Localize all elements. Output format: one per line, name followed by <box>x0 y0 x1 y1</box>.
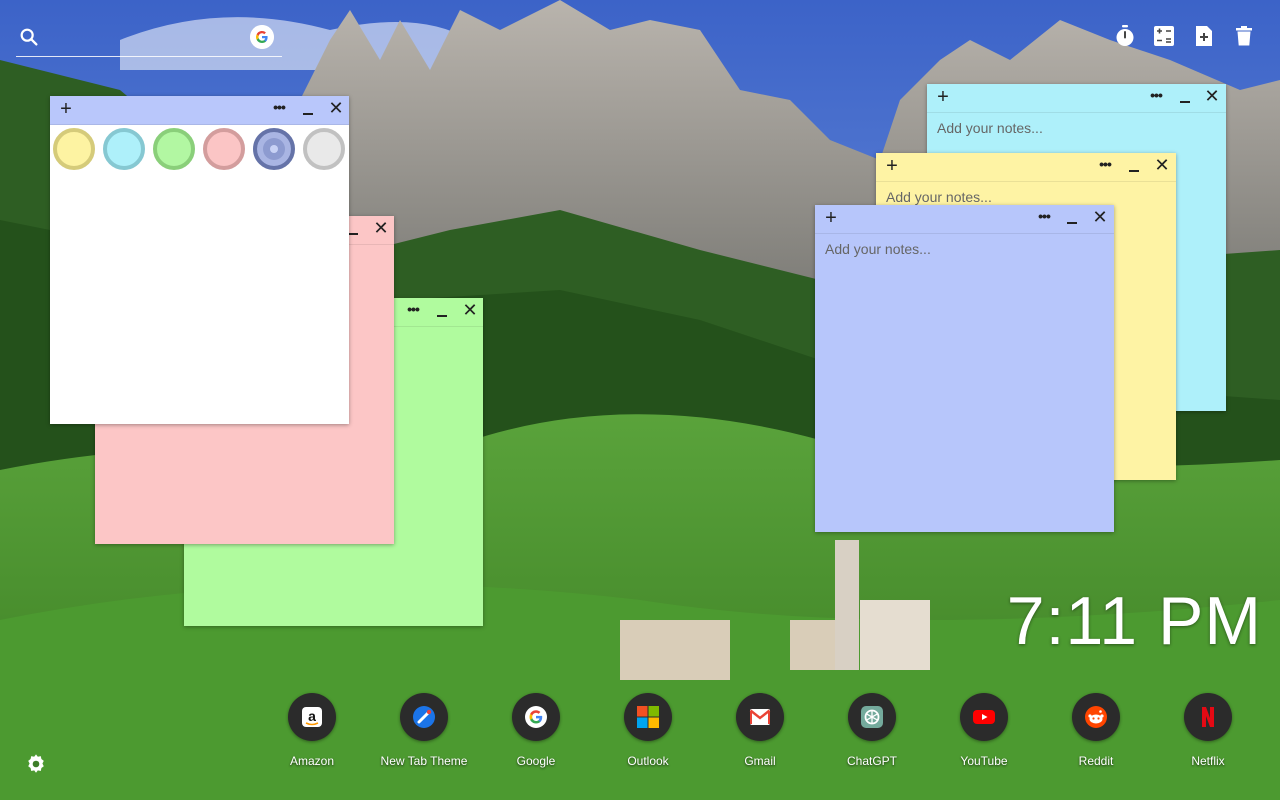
new-tab-theme-icon <box>400 693 448 741</box>
color-swatch-pink[interactable] <box>203 128 245 170</box>
more-options-icon[interactable]: ••• <box>1146 84 1166 108</box>
sticky-note-blue: + ••• ✕ <box>815 205 1114 532</box>
trash-icon[interactable] <box>1232 24 1256 48</box>
more-options-icon[interactable]: ••• <box>403 298 423 322</box>
selected-indicator <box>270 145 278 153</box>
timer-icon[interactable] <box>1113 24 1137 48</box>
svg-text:a: a <box>308 708 316 724</box>
app-label: Reddit <box>1078 754 1114 768</box>
note-title-bar[interactable]: + ••• ✕ <box>927 84 1226 113</box>
add-note-button[interactable]: + <box>882 154 902 178</box>
add-note-button[interactable]: + <box>821 206 841 230</box>
app-gmail[interactable]: Gmail <box>710 693 810 773</box>
more-options-icon[interactable]: ••• <box>269 96 289 120</box>
app-amazon[interactable]: a Amazon <box>262 693 362 773</box>
more-options-icon[interactable]: ••• <box>1095 153 1115 177</box>
close-button[interactable]: ✕ <box>1090 205 1110 229</box>
amazon-icon: a <box>288 693 336 741</box>
note-title-bar[interactable]: + ••• ✕ <box>876 153 1176 182</box>
app-label: Amazon <box>289 754 335 768</box>
note-title-bar[interactable]: + ••• ✕ <box>50 96 349 125</box>
note-text-area[interactable] <box>60 132 339 418</box>
outlook-icon <box>624 693 672 741</box>
app-label: ChatGPT <box>846 754 897 768</box>
app-label: New Tab Theme <box>380 754 468 768</box>
search-bar <box>16 22 282 57</box>
app-label: Gmail <box>744 754 776 768</box>
gmail-icon <box>736 693 784 741</box>
app-chatgpt[interactable]: ChatGPT <box>822 693 922 773</box>
app-netflix[interactable]: Netflix <box>1158 693 1258 773</box>
close-button[interactable]: ✕ <box>460 298 480 322</box>
add-note-icon[interactable] <box>1192 24 1216 48</box>
app-google[interactable]: Google <box>486 693 586 773</box>
close-button[interactable]: ✕ <box>371 216 391 240</box>
app-youtube[interactable]: YouTube <box>934 693 1034 773</box>
close-button[interactable]: ✕ <box>1152 153 1172 177</box>
more-options-icon[interactable]: ••• <box>1034 205 1054 229</box>
app-label: Google <box>516 754 556 768</box>
chatgpt-icon <box>848 693 896 741</box>
reddit-icon <box>1072 693 1120 741</box>
settings-gear-icon[interactable] <box>25 753 47 775</box>
youtube-icon <box>960 693 1008 741</box>
color-swatch-white[interactable] <box>303 128 345 170</box>
google-search-icon[interactable] <box>250 25 274 49</box>
app-new-tab-theme[interactable]: New Tab Theme <box>374 693 474 773</box>
minimize-button[interactable] <box>434 298 450 322</box>
color-swatch-yellow[interactable] <box>53 128 95 170</box>
app-outlook[interactable]: Outlook <box>598 693 698 773</box>
search-input[interactable] <box>50 26 244 52</box>
color-swatch-blue[interactable] <box>253 128 295 170</box>
minimize-button[interactable] <box>300 96 316 120</box>
clock: 7:11 PM <box>1006 583 1262 659</box>
color-swatch-green[interactable] <box>153 128 195 170</box>
color-swatch-cyan[interactable] <box>103 128 145 170</box>
minimize-button[interactable] <box>1064 205 1080 229</box>
minimize-button[interactable] <box>1126 153 1142 177</box>
note-text-area[interactable] <box>825 241 1104 526</box>
minimize-button[interactable] <box>1177 84 1193 108</box>
add-note-button[interactable]: + <box>933 85 953 109</box>
close-button[interactable]: ✕ <box>326 96 346 120</box>
app-reddit[interactable]: Reddit <box>1046 693 1146 773</box>
netflix-icon <box>1184 693 1232 741</box>
app-label: Outlook <box>627 754 669 768</box>
search-icon <box>20 28 38 46</box>
add-note-button[interactable]: + <box>56 97 76 121</box>
close-button[interactable]: ✕ <box>1202 84 1222 108</box>
google-icon <box>512 693 560 741</box>
app-label: Netflix <box>1191 754 1225 768</box>
app-label: YouTube <box>960 754 1008 768</box>
calculator-icon[interactable] <box>1152 24 1176 48</box>
note-title-bar[interactable]: + ••• ✕ <box>815 205 1114 234</box>
